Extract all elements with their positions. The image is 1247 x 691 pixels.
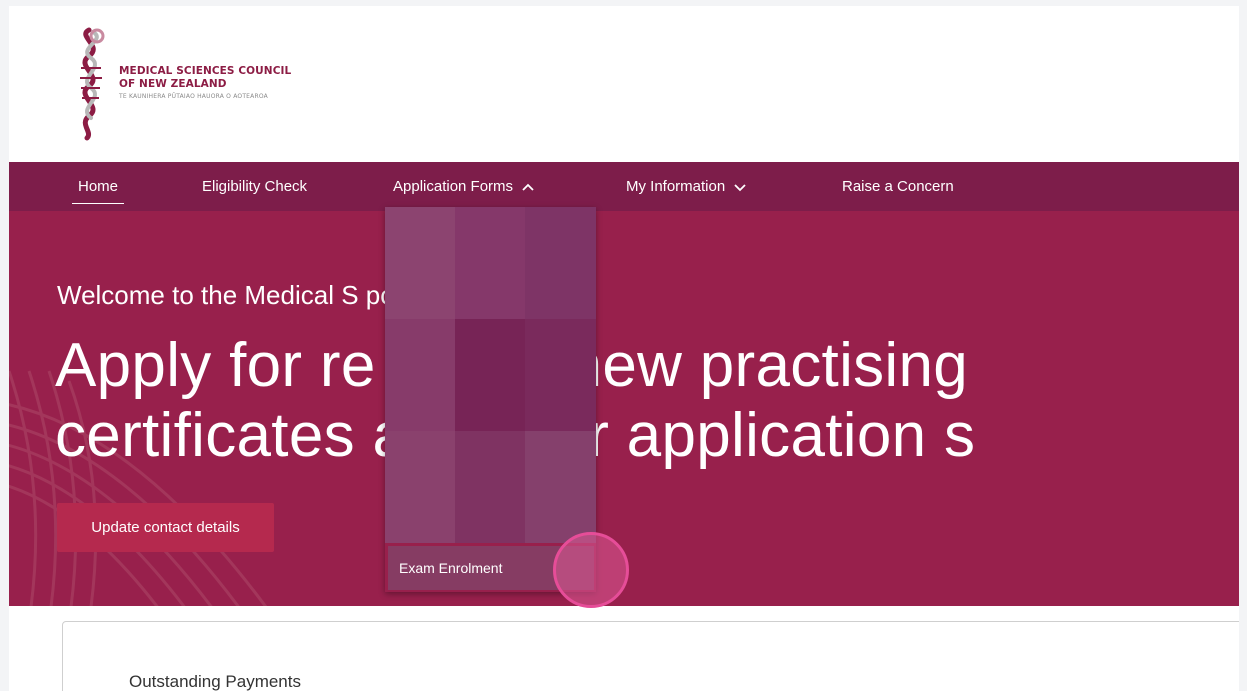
outstanding-payments-card: Outstanding Payments	[62, 621, 1239, 691]
logo-text: MEDICAL SCIENCES COUNCIL OF NEW ZEALAND …	[119, 65, 291, 100]
logo-line-2: OF NEW ZEALAND	[119, 78, 227, 90]
nav-my-information[interactable]: My Information	[626, 162, 747, 211]
hero-banner: Welcome to the Medical S portal Apply fo…	[9, 211, 1239, 606]
nav-home-label: Home	[78, 178, 119, 195]
nav-raise-a-concern-label: Raise a Concern	[842, 178, 954, 195]
main-nav: Home Eligibility Check Application Forms…	[9, 162, 1239, 211]
nav-eligibility-check[interactable]: Eligibility Check	[202, 162, 307, 211]
application-forms-dropdown: Exam Enrolment	[385, 207, 596, 592]
nav-application-forms[interactable]: Application Forms	[393, 162, 535, 211]
logo-line-3: TE KAUNIHERA PŪTAIAO HAUORA O AOTEAROA	[119, 93, 268, 100]
logo-line-1: MEDICAL SCIENCES COUNCIL	[119, 65, 292, 77]
nav-raise-a-concern[interactable]: Raise a Concern	[842, 162, 954, 211]
chevron-down-icon	[734, 183, 746, 191]
page: MEDICAL SCIENCES COUNCIL OF NEW ZEALAND …	[9, 6, 1239, 691]
caduceus-logo-icon	[80, 27, 105, 141]
hero-welcome-text: Welcome to the Medical S portal	[57, 280, 431, 310]
card-title: Outstanding Payments	[129, 672, 301, 691]
chevron-up-icon	[522, 183, 534, 191]
click-indicator	[553, 532, 629, 608]
update-contact-details-button[interactable]: Update contact details	[57, 503, 274, 552]
pixelated-menu-items	[385, 207, 596, 543]
nav-eligibility-check-label: Eligibility Check	[202, 178, 308, 195]
council-logo[interactable]: MEDICAL SCIENCES COUNCIL OF NEW ZEALAND …	[67, 26, 327, 141]
nav-home[interactable]: Home	[71, 162, 125, 211]
site-header: MEDICAL SCIENCES COUNCIL OF NEW ZEALAND …	[9, 6, 1239, 162]
nav-application-forms-label: Application Forms	[393, 178, 514, 195]
menu-item-exam-enrolment-label: Exam Enrolment	[399, 560, 503, 576]
nav-my-information-label: My Information	[626, 178, 726, 195]
